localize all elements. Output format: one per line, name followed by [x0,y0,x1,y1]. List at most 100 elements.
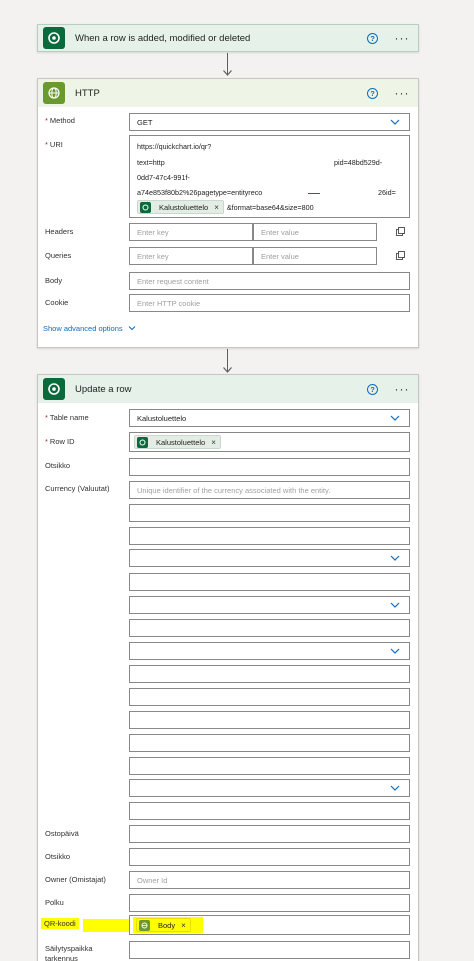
help-icon[interactable]: ? [367,87,378,99]
token-label: Kalustoluettelo [159,202,209,212]
placeholder: Enter key [137,251,169,261]
advanced-label: Show advanced options [43,324,123,333]
otsikko-input[interactable] [129,848,410,866]
row-id-input[interactable]: Kalustoluettelo × [129,432,410,452]
headers-key-input[interactable]: Enter key [129,223,253,241]
trigger-header[interactable]: When a row is added, modified or deleted… [38,25,418,51]
placeholder: Enter key [137,227,169,237]
connector-arrow [223,349,233,373]
table-name-label: * Table name [45,413,89,422]
body-label: Body [45,276,63,285]
queries-value-input[interactable]: Enter value [253,247,377,265]
more-icon[interactable]: ··· [392,383,412,395]
placeholder: Enter value [261,227,299,237]
polku-label: Polku [45,898,64,907]
method-value: GET [137,117,153,127]
dynamic-content-token[interactable]: Body × [136,918,191,932]
qr-koodi-label: QR-koodi [41,918,79,929]
qr-koodi-label-text: QR-koodi [41,918,79,929]
switch-to-text-icon[interactable] [396,251,405,260]
empty-select[interactable] [129,549,410,567]
otsikko-label: Otsikko [45,461,71,470]
globe-icon [139,919,150,931]
chevron-down-icon [390,648,400,654]
switch-to-text-icon[interactable] [396,227,405,236]
chevron-down-icon [390,555,400,561]
queries-key-input[interactable]: Enter key [129,247,253,265]
ostopaiva-input[interactable] [129,825,410,843]
close-icon[interactable]: × [214,203,219,212]
owner-label: Owner (Omistajat) [45,875,106,884]
help-icon[interactable]: ? [367,383,378,395]
dataverse-icon [43,378,65,400]
http-title: HTTP [75,87,100,99]
placeholder: Owner Id [137,875,168,885]
empty-field[interactable] [129,665,410,683]
dynamic-content-token[interactable]: Kalustoluettelo × [134,435,221,449]
highlight-mark [83,919,131,932]
show-advanced-options-link[interactable]: Show advanced options [43,324,136,333]
empty-field[interactable] [129,573,410,591]
close-icon[interactable]: × [211,438,216,447]
empty-field[interactable] [129,734,410,752]
dynamic-content-token[interactable]: Kalustoluettelo × [137,200,224,214]
http-header[interactable]: HTTP ? ··· [38,79,418,107]
placeholder: Unique identifier of the currency associ… [137,485,331,495]
chevron-down-icon [390,602,400,608]
body-input[interactable]: Enter request content [129,272,410,290]
update-row-card[interactable]: Update a row ? ··· * Table name Kalustolu… [37,374,419,961]
trigger-card[interactable]: When a row is added, modified or deleted… [37,24,419,52]
sailytyspaikka-label: Säilytyspaikka tarkennus [45,944,93,961]
empty-select[interactable] [129,779,410,797]
update-row-header[interactable]: Update a row ? ··· [38,375,418,403]
uri-line: text=http [137,158,165,167]
cookie-input[interactable]: Enter HTTP cookie [129,294,410,312]
uri-label: * URI [45,140,63,149]
method-label: * Method [45,116,75,125]
update-row-title: Update a row [75,383,132,395]
headers-value-input[interactable]: Enter value [253,223,377,241]
empty-field[interactable] [129,802,410,820]
empty-field[interactable] [129,504,410,522]
empty-select[interactable] [129,642,410,660]
otsikko-input[interactable] [129,458,410,476]
table-name-select[interactable]: Kalustoluettelo [129,409,410,427]
redaction-mark [308,193,320,194]
empty-select[interactable] [129,596,410,614]
chevron-down-icon [390,785,400,791]
empty-field[interactable] [129,619,410,637]
uri-line: pid=48bd529d- [334,158,383,167]
row-id-label: * Row ID [45,437,75,446]
polku-input[interactable] [129,894,410,912]
headers-label: Headers [45,227,74,236]
empty-field[interactable] [129,757,410,775]
placeholder: Enter value [261,251,299,261]
dataverse-icon [43,27,65,49]
token-label: Kalustoluettelo [156,437,206,447]
ostopaiva-label: Ostopäivä [45,829,79,838]
currency-input[interactable]: Unique identifier of the currency associ… [129,481,410,499]
currency-label: Currency (Valuutat) [45,484,110,493]
help-icon[interactable]: ? [367,32,378,44]
more-icon[interactable]: ··· [392,87,412,99]
uri-line: https://quickchart.io/qr? [137,142,212,151]
globe-icon [43,82,65,104]
qr-koodi-input[interactable]: Body × [129,915,410,935]
empty-field[interactable] [129,711,410,729]
owner-input[interactable]: Owner Id [129,871,410,889]
table-name-value: Kalustoluettelo [137,413,187,423]
http-card[interactable]: HTTP ? ··· * Method GET * URI https://quic… [37,78,419,348]
uri-line: 26id= [378,188,396,197]
token-label: Body [158,920,176,930]
uri-suffix: &format=base64&size=800 [226,202,314,212]
close-icon[interactable]: × [181,921,186,930]
uri-line: a74e853f80b2%26pagetype=entityreco [137,188,263,197]
dataverse-icon [137,436,148,448]
sailytyspaikka-input[interactable] [129,941,410,959]
method-select[interactable]: GET [129,113,410,131]
more-icon[interactable]: ··· [392,32,412,44]
empty-field[interactable] [129,688,410,706]
uri-input[interactable]: https://quickchart.io/qr? text=http pid=… [129,135,410,218]
empty-field[interactable] [129,527,410,545]
cookie-label: Cookie [45,298,69,307]
